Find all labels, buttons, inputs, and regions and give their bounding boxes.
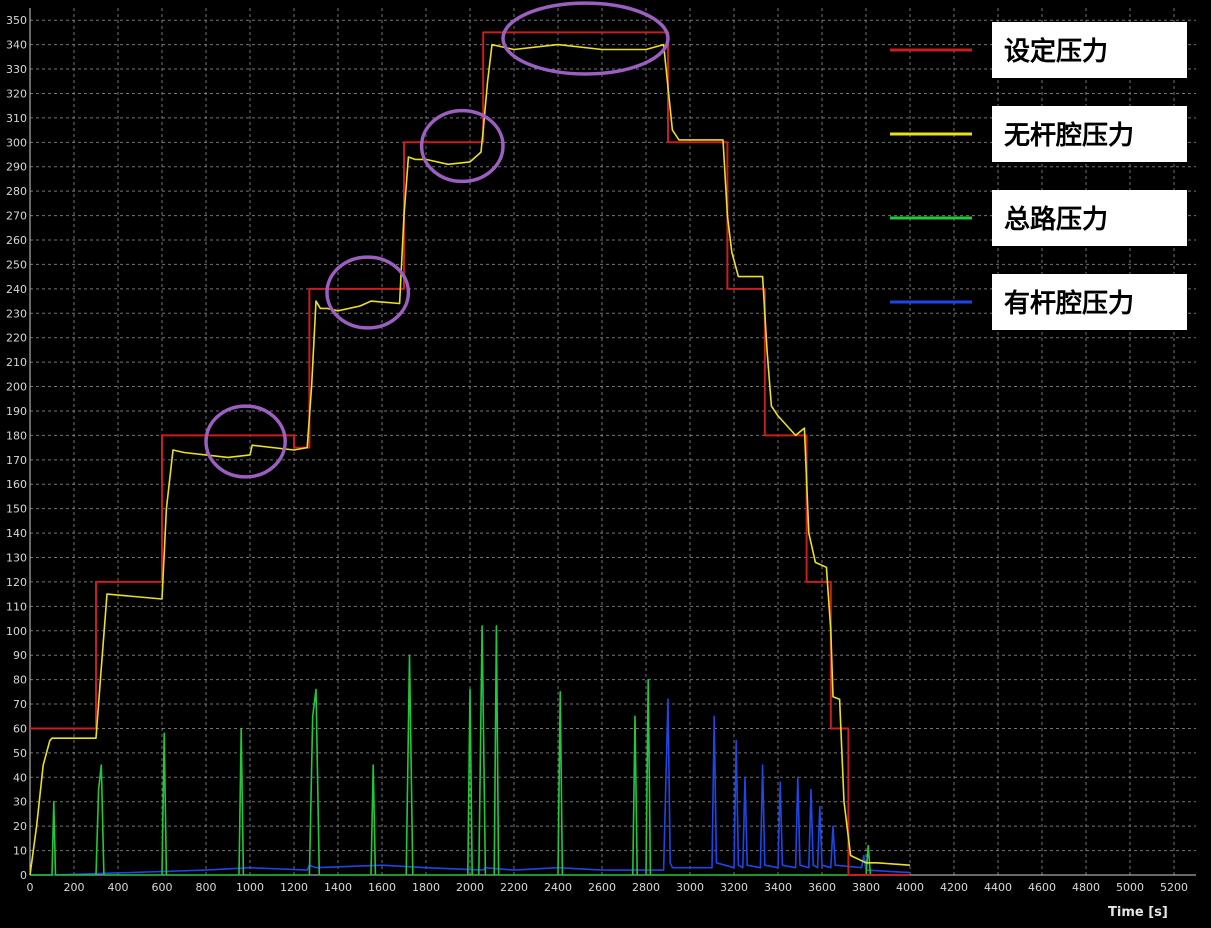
x-tick-label: 5200 <box>1160 881 1188 894</box>
y-tick-label: 280 <box>6 185 27 198</box>
x-tick-label: 2800 <box>632 881 660 894</box>
x-tick-label: 1000 <box>236 881 264 894</box>
x-tick-label: 1200 <box>280 881 308 894</box>
x-tick-label: 4800 <box>1072 881 1100 894</box>
y-tick-label: 200 <box>6 381 27 394</box>
legend-label-0: 设定压力 <box>1004 36 1108 67</box>
x-tick-label: 4600 <box>1028 881 1056 894</box>
y-tick-label: 160 <box>6 478 27 491</box>
y-tick-label: 290 <box>6 161 27 174</box>
y-tick-label: 220 <box>6 332 27 345</box>
y-tick-label: 70 <box>13 698 27 711</box>
y-tick-label: 90 <box>13 649 27 662</box>
x-tick-label: 4400 <box>984 881 1012 894</box>
y-tick-label: 30 <box>13 796 27 809</box>
y-tick-label: 250 <box>6 258 27 271</box>
y-tick-label: 140 <box>6 527 27 540</box>
x-tick-label: 2400 <box>544 881 572 894</box>
x-tick-label: 200 <box>64 881 85 894</box>
y-tick-label: 230 <box>6 307 27 320</box>
legend-label-3: 有杆腔压力 <box>1004 289 1134 319</box>
legend-label-1: 无杆腔压力 <box>1004 121 1134 151</box>
y-tick-label: 190 <box>6 405 27 418</box>
x-tick-label: 600 <box>152 881 173 894</box>
x-tick-label: 0 <box>27 881 34 894</box>
y-tick-label: 0 <box>20 869 27 882</box>
y-tick-label: 320 <box>6 87 27 100</box>
y-tick-label: 350 <box>6 14 27 27</box>
y-tick-label: 130 <box>6 552 27 565</box>
x-tick-label: 1600 <box>368 881 396 894</box>
y-tick-label: 210 <box>6 356 27 369</box>
y-tick-label: 10 <box>13 845 27 858</box>
y-tick-label: 50 <box>13 747 27 760</box>
y-tick-label: 260 <box>6 234 27 247</box>
y-tick-label: 270 <box>6 210 27 223</box>
y-tick-label: 110 <box>6 600 27 613</box>
x-tick-label: 3800 <box>852 881 880 894</box>
y-tick-label: 330 <box>6 63 27 76</box>
x-tick-label: 400 <box>108 881 129 894</box>
legend-label-2: 总路压力 <box>1004 204 1108 235</box>
y-tick-label: 150 <box>6 503 27 516</box>
x-tick-label: 3200 <box>720 881 748 894</box>
x-tick-label: 1800 <box>412 881 440 894</box>
x-tick-label: 4000 <box>896 881 924 894</box>
x-tick-label: 3000 <box>676 881 704 894</box>
x-tick-label: 2000 <box>456 881 484 894</box>
x-axis-label: Time [s] <box>1108 905 1168 920</box>
y-tick-label: 60 <box>13 722 27 735</box>
y-tick-label: 240 <box>6 283 27 296</box>
x-tick-label: 2200 <box>500 881 528 894</box>
y-tick-label: 180 <box>6 429 27 442</box>
y-tick-label: 310 <box>6 112 27 125</box>
x-tick-label: 1400 <box>324 881 352 894</box>
y-tick-label: 170 <box>6 454 27 467</box>
y-tick-label: 80 <box>13 674 27 687</box>
y-tick-label: 120 <box>6 576 27 589</box>
y-tick-label: 40 <box>13 771 27 784</box>
x-tick-label: 3600 <box>808 881 836 894</box>
y-tick-label: 20 <box>13 820 27 833</box>
x-tick-label: 3400 <box>764 881 792 894</box>
x-tick-label: 4200 <box>940 881 968 894</box>
y-tick-label: 100 <box>6 625 27 638</box>
y-tick-label: 340 <box>6 39 27 52</box>
y-tick-label: 300 <box>6 136 27 149</box>
x-tick-label: 2600 <box>588 881 616 894</box>
x-tick-label: 800 <box>196 881 217 894</box>
x-tick-label: 5000 <box>1116 881 1144 894</box>
pressure-chart: 0 200 400 600 800 1000 1200 1400 1600 1800 2000 220… <box>0 0 1211 928</box>
